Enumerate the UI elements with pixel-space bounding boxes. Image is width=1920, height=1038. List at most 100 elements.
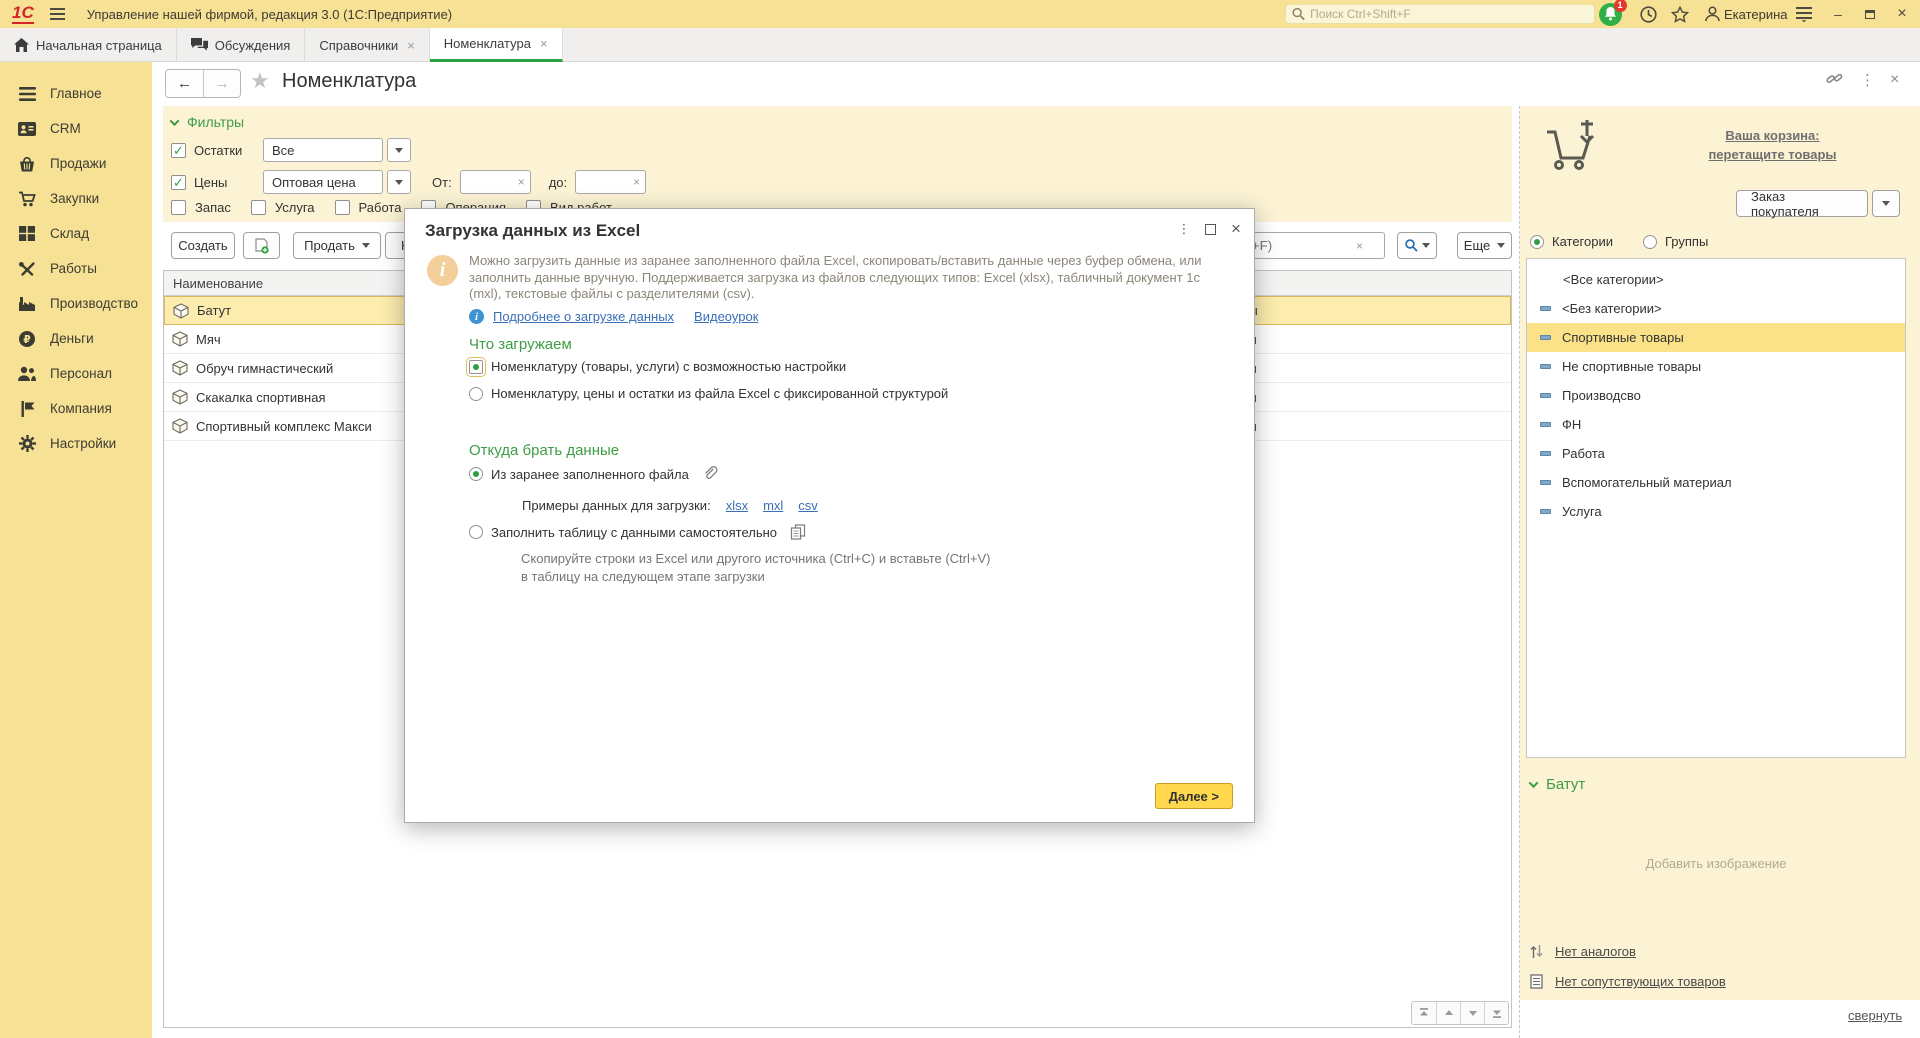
category-dash-icon <box>1540 422 1551 427</box>
sample-xlsx-link[interactable]: xlsx <box>726 498 748 513</box>
sell-button[interactable]: Продать <box>293 232 381 259</box>
category-item[interactable]: <Все категории> <box>1527 265 1905 294</box>
dialog-close-icon[interactable]: × <box>1224 217 1248 241</box>
sidebar-item-staff[interactable]: Персонал <box>0 356 152 391</box>
category-item[interactable]: ФН <box>1527 410 1905 439</box>
category-item[interactable]: Услуга <box>1527 497 1905 526</box>
main-menu-icon[interactable] <box>50 8 65 20</box>
global-search[interactable] <box>1285 4 1595 24</box>
basket-icon <box>17 156 37 172</box>
groups-radio[interactable] <box>1643 235 1657 249</box>
dialog-more-icon[interactable]: ⋮ <box>1172 217 1196 241</box>
product-section-toggle[interactable]: Батут <box>1530 776 1585 793</box>
tab-home[interactable]: Начальная страница <box>0 28 177 62</box>
sidebar-item-warehouse[interactable]: Склад <box>0 216 152 251</box>
related-products-link[interactable]: Нет сопутствующих товаров <box>1555 974 1726 989</box>
page-up-icon[interactable] <box>1436 1002 1460 1024</box>
filters-toggle[interactable]: Фильтры <box>171 114 244 130</box>
prices-select[interactable]: Оптовая цена <box>263 170 383 194</box>
clear-icon[interactable]: × <box>628 175 645 189</box>
notifications-bell-icon[interactable]: 1 <box>1598 2 1622 26</box>
sample-csv-link[interactable]: csv <box>798 498 818 513</box>
create-button[interactable]: Создать <box>171 232 235 259</box>
global-search-input[interactable] <box>1310 7 1588 21</box>
sidebar-item-sales[interactable]: Продажи <box>0 146 152 181</box>
remains-dropdown-button[interactable] <box>387 138 411 162</box>
sidebar-item-company[interactable]: Компания <box>0 391 152 426</box>
source-manual-radio[interactable] <box>469 525 483 539</box>
get-link-icon[interactable] <box>1826 71 1843 90</box>
go-first-icon[interactable] <box>1412 1002 1436 1024</box>
sidebar-item-production[interactable]: Производство <box>0 286 152 321</box>
tab-discussions[interactable]: Обсуждения <box>177 28 306 62</box>
customer-order-button[interactable]: Заказ покупателя <box>1736 190 1868 217</box>
category-item[interactable]: <Без категории> <box>1527 294 1905 323</box>
dropdown-caret-icon <box>1422 243 1430 248</box>
remains-select[interactable]: Все <box>263 138 383 162</box>
sidebar-item-purchases[interactable]: Закупки <box>0 181 152 216</box>
category-item[interactable]: Производсво <box>1527 381 1905 410</box>
package-icon <box>173 303 189 319</box>
collapse-link[interactable]: свернуть <box>1848 1008 1902 1023</box>
price-to-input[interactable]: × <box>575 170 646 194</box>
form-close-icon[interactable]: × <box>1890 71 1899 89</box>
search-options-button[interactable] <box>1397 232 1437 259</box>
category-dash-icon <box>1540 335 1551 340</box>
dialog-maximize-icon[interactable] <box>1198 217 1222 241</box>
add-image-placeholder[interactable]: Добавить изображение <box>1526 856 1906 871</box>
type-rabota-checkbox[interactable] <box>335 200 350 215</box>
clear-icon[interactable]: × <box>1351 239 1368 253</box>
video-tutorial-link[interactable]: Видеоурок <box>694 309 758 324</box>
close-app-button[interactable]: × <box>1890 2 1914 26</box>
sidebar-item-works[interactable]: Работы <box>0 251 152 286</box>
window-menu-icon[interactable] <box>1792 2 1816 26</box>
go-last-icon[interactable] <box>1484 1002 1508 1024</box>
search-icon <box>1292 7 1305 21</box>
sidebar-item-settings[interactable]: Настройки <box>0 426 152 461</box>
what-option2-radio[interactable] <box>469 387 483 401</box>
package-icon <box>172 418 188 434</box>
more-about-import-link[interactable]: Подробнее о загрузке данных <box>493 309 674 324</box>
back-button[interactable]: ← <box>166 70 203 97</box>
category-item[interactable]: Не спортивные товары <box>1527 352 1905 381</box>
sidebar-item-crm[interactable]: CRM <box>0 111 152 146</box>
category-item[interactable]: Вспомогательный материал <box>1527 468 1905 497</box>
tab-close-icon[interactable]: × <box>407 38 415 53</box>
price-from-input[interactable]: × <box>460 170 531 194</box>
tab-nomenklatura[interactable]: Номенклатура × <box>430 28 563 62</box>
what-option1-radio[interactable] <box>469 360 483 374</box>
sidebar-item-money[interactable]: ₽ Деньги <box>0 321 152 356</box>
type-usluga-checkbox[interactable] <box>251 200 266 215</box>
remains-checkbox[interactable] <box>171 143 186 158</box>
prices-checkbox[interactable] <box>171 175 186 190</box>
favorite-star-icon[interactable]: ★ <box>250 68 270 94</box>
more-button[interactable]: Еще <box>1457 232 1512 259</box>
history-icon[interactable] <box>1636 2 1660 26</box>
sidebar-item-main[interactable]: Главное <box>0 76 152 111</box>
type-zapas-checkbox[interactable] <box>171 200 186 215</box>
user-icon[interactable] <box>1700 2 1724 26</box>
categories-radio[interactable] <box>1530 235 1544 249</box>
favorites-star-icon[interactable] <box>1668 2 1692 26</box>
order-dropdown-button[interactable] <box>1872 190 1900 217</box>
cart-drop-link[interactable]: Ваша корзина: перетащите товары <box>1640 126 1905 164</box>
source-file-radio[interactable] <box>469 467 483 481</box>
tab-close-icon[interactable]: × <box>540 36 548 51</box>
tab-spravochniki[interactable]: Справочники × <box>305 28 429 62</box>
clear-icon[interactable]: × <box>513 175 530 189</box>
analogs-arrows-icon <box>1530 944 1543 959</box>
prices-dropdown-button[interactable] <box>387 170 411 194</box>
restore-button[interactable] <box>1858 2 1882 26</box>
category-list: <Все категории> <Без категории> Спортивн… <box>1526 258 1906 758</box>
next-button[interactable]: Далее > <box>1155 783 1233 809</box>
category-item[interactable]: Работа <box>1527 439 1905 468</box>
analogs-link[interactable]: Нет аналогов <box>1555 944 1636 959</box>
copy-create-button[interactable] <box>243 232 280 259</box>
page-down-icon[interactable] <box>1460 1002 1484 1024</box>
current-user-name[interactable]: Екатерина <box>1724 7 1788 22</box>
category-item-selected[interactable]: Спортивные товары <box>1527 323 1905 352</box>
forward-button[interactable]: → <box>203 70 240 97</box>
form-more-icon[interactable]: ⋮ <box>1860 71 1875 89</box>
minimize-button[interactable]: – <box>1826 2 1850 26</box>
sample-mxl-link[interactable]: mxl <box>763 498 783 513</box>
